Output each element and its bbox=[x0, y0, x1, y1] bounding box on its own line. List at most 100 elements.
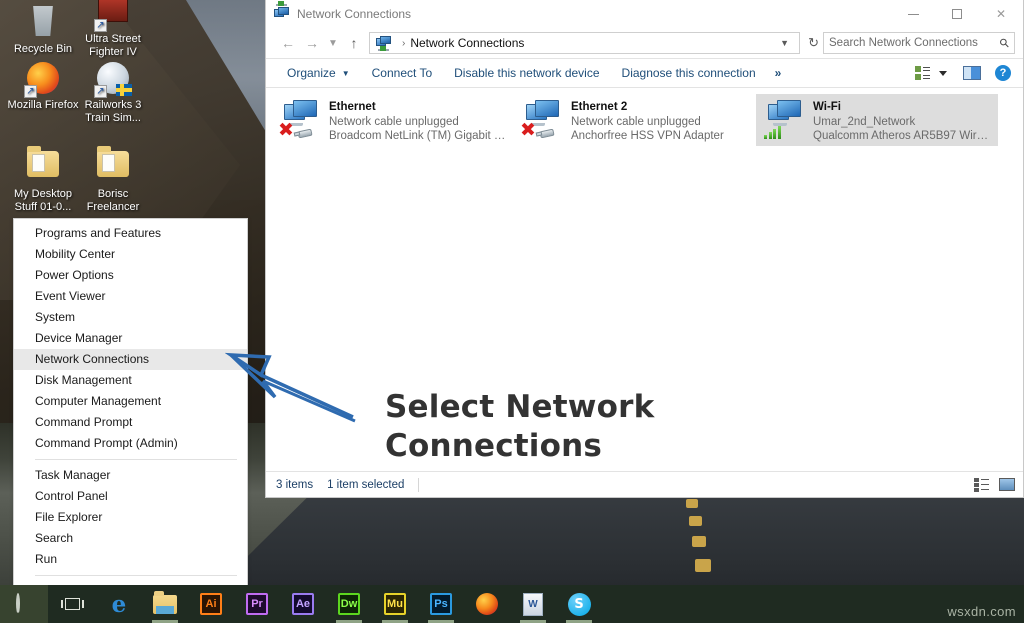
taskbar-app-adobe-muse[interactable]: Mu bbox=[372, 585, 418, 623]
organize-button[interactable]: Organize ▼ bbox=[276, 61, 361, 85]
desktop-icon-railworks-3[interactable]: ↗ Railworks 3 Train Sim... bbox=[74, 62, 152, 125]
winx-item-command-prompt-admin[interactable]: Command Prompt (Admin) bbox=[14, 433, 247, 454]
firefox-icon bbox=[476, 593, 498, 615]
dreamweaver-icon: Dw bbox=[338, 593, 360, 615]
desktop-icon-recycle-bin[interactable]: Recycle Bin bbox=[4, 6, 82, 56]
watermark: wsxdn.com bbox=[947, 604, 1016, 619]
annotation-text: Select Network Connections bbox=[385, 388, 705, 466]
taskbar: e Ai Pr Ae Dw Mu P bbox=[0, 585, 1024, 623]
connection-adapter: Broadcom NetLink (TM) Gigabit E... bbox=[329, 129, 508, 143]
desktop-icon-mozilla-firefox[interactable]: ↗ Mozilla Firefox bbox=[4, 62, 82, 112]
connection-item-ethernet-2[interactable]: ✖ Ethernet 2 Network cable unplugged Anc… bbox=[514, 94, 756, 146]
maximize-button[interactable] bbox=[935, 0, 979, 28]
desktop-icon-ultra-street-fighter-iv[interactable]: ↗ Ultra Street Fighter IV bbox=[74, 0, 152, 59]
winx-item-task-manager[interactable]: Task Manager bbox=[14, 465, 247, 486]
recycle-bin-icon bbox=[26, 6, 60, 40]
chevron-down-icon: ▼ bbox=[342, 69, 350, 78]
address-dropdown-icon[interactable]: ▼ bbox=[774, 38, 795, 48]
connection-item-wi-fi[interactable]: Wi-Fi Umar_2nd_Network Qualcomm Atheros … bbox=[756, 94, 998, 146]
desktop-icon-label: Ultra Street Fighter IV bbox=[74, 33, 152, 59]
disable-network-device-button[interactable]: Disable this network device bbox=[443, 61, 610, 85]
ethernet-disconnected-icon: ✖ bbox=[520, 99, 564, 139]
taskbar-app-adobe-photoshop[interactable]: Ps bbox=[418, 585, 464, 623]
back-arrow-icon: ← bbox=[281, 35, 295, 51]
winx-separator bbox=[35, 575, 237, 576]
forward-arrow-icon: → bbox=[305, 35, 319, 51]
minimize-button[interactable] bbox=[891, 0, 935, 28]
selection-count: 1 item selected bbox=[327, 479, 418, 491]
refresh-button[interactable]: ↻ bbox=[804, 35, 823, 51]
forward-button[interactable]: → bbox=[300, 31, 324, 55]
winx-item-system[interactable]: System bbox=[14, 307, 247, 328]
breadcrumb-current[interactable]: Network Connections bbox=[410, 36, 524, 50]
error-x-icon: ✖ bbox=[278, 121, 294, 140]
winx-item-disk-management[interactable]: Disk Management bbox=[14, 370, 247, 391]
winx-item-device-manager[interactable]: Device Manager bbox=[14, 328, 247, 349]
details-view-icon[interactable] bbox=[974, 478, 990, 491]
wifi-connected-icon bbox=[762, 99, 806, 139]
railworks-icon: ↗ bbox=[96, 62, 130, 96]
desktop-icon-my-desktop-stuff[interactable]: My Desktop Stuff 01-0... bbox=[4, 149, 82, 214]
connect-to-button[interactable]: Connect To bbox=[361, 61, 444, 85]
winx-item-programs-and-features[interactable]: Programs and Features bbox=[14, 223, 247, 244]
more-commands-button[interactable]: » bbox=[767, 66, 790, 80]
search-input[interactable]: Search Network Connections bbox=[829, 37, 1000, 49]
winx-item-control-panel[interactable]: Control Panel bbox=[14, 486, 247, 507]
connection-item-ethernet[interactable]: ✖ Ethernet Network cable unplugged Broad… bbox=[272, 94, 514, 146]
view-dropdown-icon[interactable] bbox=[939, 71, 947, 76]
command-bar: Organize ▼ Connect To Disable this netwo… bbox=[266, 58, 1023, 88]
taskbar-app-skype[interactable]: S bbox=[556, 585, 602, 623]
maximize-icon bbox=[952, 9, 962, 19]
task-view-button[interactable] bbox=[48, 585, 96, 623]
window-title: Network Connections bbox=[297, 7, 411, 21]
cortana-icon bbox=[16, 595, 32, 613]
preview-pane-icon[interactable] bbox=[963, 66, 981, 80]
after-effects-icon: Ae bbox=[292, 593, 314, 615]
search-box[interactable]: Search Network Connections ⚲ bbox=[823, 32, 1015, 54]
taskbar-app-adobe-dreamweaver[interactable]: Dw bbox=[326, 585, 372, 623]
large-icons-view-icon[interactable] bbox=[999, 478, 1015, 491]
winx-item-search[interactable]: Search bbox=[14, 528, 247, 549]
connection-adapter: Anchorfree HSS VPN Adapter bbox=[571, 129, 724, 143]
address-bar[interactable]: › Network Connections ▼ bbox=[369, 32, 800, 54]
taskbar-app-microsoft-word[interactable]: W bbox=[510, 585, 556, 623]
address-toolbar: ← → ▼ ↑ › Network Connections ▼ ↻ Search… bbox=[266, 28, 1023, 58]
connection-adapter: Qualcomm Atheros AR5B97 Wirel... bbox=[813, 129, 992, 143]
winx-item-mobility-center[interactable]: Mobility Center bbox=[14, 244, 247, 265]
item-count: 3 items bbox=[276, 479, 327, 491]
desktop-icon-label: My Desktop Stuff 01-0... bbox=[4, 188, 82, 214]
close-button[interactable]: ✕ bbox=[979, 0, 1023, 28]
taskbar-app-file-explorer[interactable] bbox=[142, 585, 188, 623]
winx-item-power-options[interactable]: Power Options bbox=[14, 265, 247, 286]
window-titlebar[interactable]: Network Connections ✕ bbox=[266, 0, 1023, 28]
refresh-icon: ↻ bbox=[808, 35, 819, 50]
up-button[interactable]: ↑ bbox=[342, 31, 366, 55]
taskbar-app-mozilla-firefox[interactable] bbox=[464, 585, 510, 623]
premiere-icon: Pr bbox=[246, 593, 268, 615]
change-view-icon[interactable] bbox=[915, 66, 931, 80]
desktop-icon-borisc-freelancer[interactable]: Borisc Freelancer bbox=[74, 149, 152, 214]
diagnose-connection-button[interactable]: Diagnose this connection bbox=[611, 61, 767, 85]
pointer-arrow bbox=[225, 335, 375, 425]
winx-item-run[interactable]: Run bbox=[14, 549, 247, 570]
muse-icon: Mu bbox=[384, 593, 406, 615]
taskbar-app-microsoft-edge[interactable]: e bbox=[96, 585, 142, 623]
skype-icon: S bbox=[568, 593, 591, 616]
cortana-button[interactable] bbox=[0, 585, 48, 623]
network-connections-icon bbox=[274, 6, 290, 22]
help-button[interactable]: ? bbox=[995, 65, 1011, 81]
winx-item-network-connections[interactable]: Network Connections bbox=[14, 349, 247, 370]
connection-name: Wi-Fi bbox=[813, 100, 992, 115]
folder-icon bbox=[153, 595, 177, 614]
taskbar-app-adobe-premiere-pro[interactable]: Pr bbox=[234, 585, 280, 623]
chevron-down-icon: ▼ bbox=[328, 38, 338, 49]
taskbar-app-adobe-after-effects[interactable]: Ae bbox=[280, 585, 326, 623]
taskbar-app-adobe-illustrator[interactable]: Ai bbox=[188, 585, 234, 623]
recent-locations-button[interactable]: ▼ bbox=[324, 31, 342, 55]
winx-item-command-prompt[interactable]: Command Prompt bbox=[14, 412, 247, 433]
back-button[interactable]: ← bbox=[276, 31, 300, 55]
winx-item-computer-management[interactable]: Computer Management bbox=[14, 391, 247, 412]
winx-item-event-viewer[interactable]: Event Viewer bbox=[14, 286, 247, 307]
desktop-icon-label: Railworks 3 Train Sim... bbox=[74, 99, 152, 125]
winx-item-file-explorer[interactable]: File Explorer bbox=[14, 507, 247, 528]
